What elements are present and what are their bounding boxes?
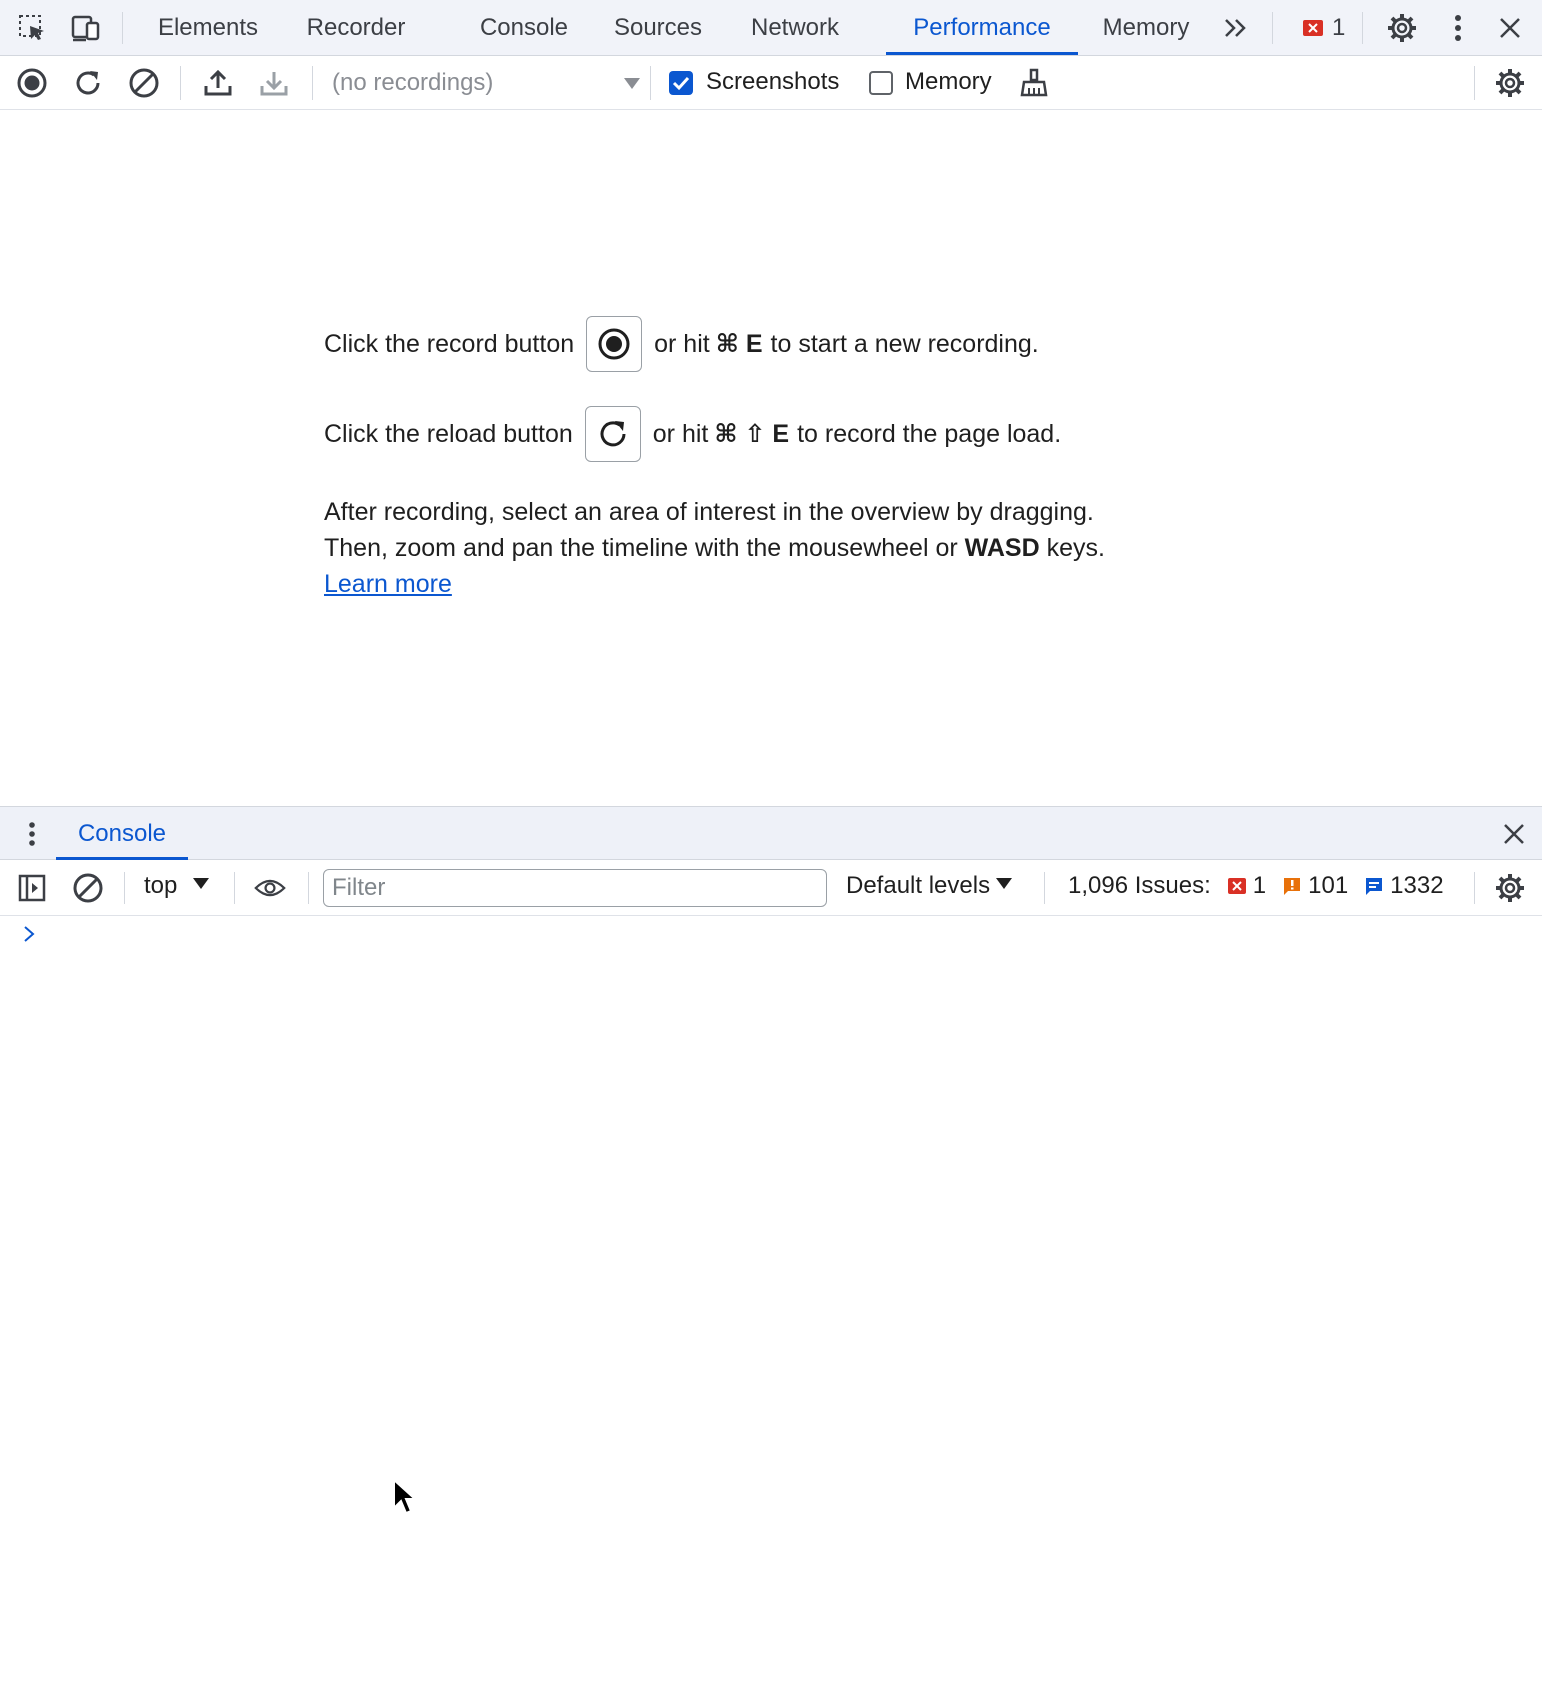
reload-instruction-text: Click the reload button [324, 419, 573, 448]
reload-shortcut: ⌘ ⇧ E [714, 420, 790, 448]
clear-console-icon[interactable] [72, 872, 104, 904]
device-toolbar-icon[interactable] [70, 12, 102, 44]
record-icon[interactable] [16, 67, 48, 99]
log-levels-dropdown[interactable]: Default levels [846, 872, 1013, 900]
reload-instruction-end: to record the page load. [797, 419, 1062, 448]
memory-checkbox[interactable] [869, 71, 893, 95]
more-tabs-icon[interactable] [1220, 12, 1252, 44]
reload-instruction: Click the reload button or hit ⌘ ⇧ E to … [324, 406, 1061, 462]
issues-error-count: 1 [1252, 872, 1267, 899]
inspect-element-icon[interactable] [16, 12, 48, 44]
upload-icon[interactable] [202, 67, 234, 99]
warning-icon [1284, 878, 1301, 895]
divider [650, 66, 651, 100]
divider [312, 66, 313, 100]
record-instruction-end: to start a new recording. [770, 329, 1039, 358]
console-prompt-chevron-icon[interactable] [22, 924, 36, 950]
divider [308, 872, 309, 904]
chevron-down-icon [996, 878, 1013, 889]
divider [124, 872, 125, 904]
drawer-menu-icon[interactable] [16, 818, 48, 850]
screenshots-checkbox[interactable] [669, 71, 693, 95]
reload-icon[interactable] [72, 67, 104, 99]
overview-hint-end: keys. [1046, 534, 1105, 562]
error-count: 1 [1332, 14, 1346, 41]
live-expression-eye-icon[interactable] [254, 872, 286, 904]
drawer-tab-console[interactable]: Console [56, 807, 188, 861]
mouse-pointer-icon [392, 1477, 418, 1521]
tab-memory[interactable]: Memory [1094, 0, 1198, 56]
memory-label: Memory [905, 68, 992, 95]
drawer-close-icon[interactable] [1498, 818, 1530, 850]
overview-hint-text: Then, zoom and pan the timeline with the… [324, 534, 958, 562]
divider [1474, 66, 1475, 100]
sidebar-toggle-icon[interactable] [16, 872, 48, 904]
issues-info-count: 1332 [1390, 872, 1444, 899]
tab-performance[interactable]: Performance [886, 0, 1078, 56]
reload-icon [600, 421, 626, 447]
devtools-tabbar: Elements Recorder Console Sources Networ… [0, 0, 1542, 56]
reload-instruction-or: or hit [652, 419, 709, 448]
divider [1474, 872, 1475, 904]
divider [1362, 12, 1363, 44]
issues-label: 1,096 Issues: [1068, 872, 1211, 899]
info-message-icon [1366, 878, 1383, 895]
context-value: top [144, 872, 178, 899]
overview-hint: After recording, select an area of inter… [324, 494, 1105, 602]
drawer-header: Console [0, 806, 1542, 860]
log-levels-value: Default levels [846, 872, 991, 899]
console-toolbar: top Default levels 1,096 Issues: 1 101 1… [0, 860, 1542, 916]
reload-button[interactable] [584, 406, 641, 462]
tab-sources[interactable]: Sources [606, 0, 710, 56]
tab-elements[interactable]: Elements [150, 0, 266, 56]
record-button[interactable] [586, 316, 643, 372]
issues-warnings: 101 [1282, 872, 1348, 900]
divider [122, 12, 123, 44]
checkmark-icon [672, 76, 690, 91]
error-icon [1302, 18, 1324, 38]
more-options-icon[interactable] [1442, 12, 1474, 44]
overview-hint-line1: After recording, select an area of inter… [324, 498, 1094, 526]
screenshots-label: Screenshots [706, 68, 840, 95]
learn-more-link[interactable]: Learn more [324, 570, 452, 598]
divider [1272, 12, 1273, 44]
performance-toolbar: (no recordings) Screenshots Memory [0, 56, 1542, 110]
recordings-select[interactable]: (no recordings) [332, 66, 642, 100]
download-icon[interactable] [258, 67, 290, 99]
record-shortcut: ⌘ E [715, 330, 763, 358]
context-selector[interactable]: top [144, 872, 210, 900]
tab-recorder[interactable]: Recorder [296, 0, 416, 56]
chevron-down-icon [193, 878, 210, 889]
overview-hint-line2: Then, zoom and pan the timeline with the… [324, 530, 1105, 566]
collect-garbage-icon[interactable] [1018, 67, 1050, 99]
wasd-key: WASD [964, 534, 1040, 562]
console-filter-input[interactable] [323, 869, 827, 907]
divider [1044, 872, 1045, 904]
record-instruction-or: or hit [654, 329, 710, 358]
error-icon [1227, 878, 1246, 894]
settings-gear-icon[interactable] [1386, 12, 1418, 44]
issues-warning-count: 101 [1308, 872, 1349, 899]
record-icon [598, 328, 630, 360]
issues-counter[interactable]: 1,096 Issues: 1 101 1332 [1068, 872, 1444, 900]
divider [180, 66, 181, 100]
capture-settings-gear-icon[interactable] [1494, 67, 1526, 99]
close-icon[interactable] [1494, 12, 1526, 44]
chevron-down-icon [624, 78, 640, 89]
error-count-badge[interactable]: 1 [1302, 14, 1345, 42]
active-tab-indicator [886, 52, 1078, 55]
issues-errors: 1 [1227, 872, 1266, 900]
tab-network[interactable]: Network [740, 0, 850, 56]
clear-icon[interactable] [128, 67, 160, 99]
issues-info: 1332 [1364, 872, 1444, 900]
tab-console[interactable]: Console [468, 0, 580, 56]
console-settings-gear-icon[interactable] [1494, 872, 1526, 904]
record-instruction-text: Click the record button [324, 329, 575, 358]
divider [234, 872, 235, 904]
recordings-select-value: (no recordings) [332, 69, 494, 96]
record-instruction: Click the record button or hit ⌘ E to st… [324, 316, 1039, 372]
